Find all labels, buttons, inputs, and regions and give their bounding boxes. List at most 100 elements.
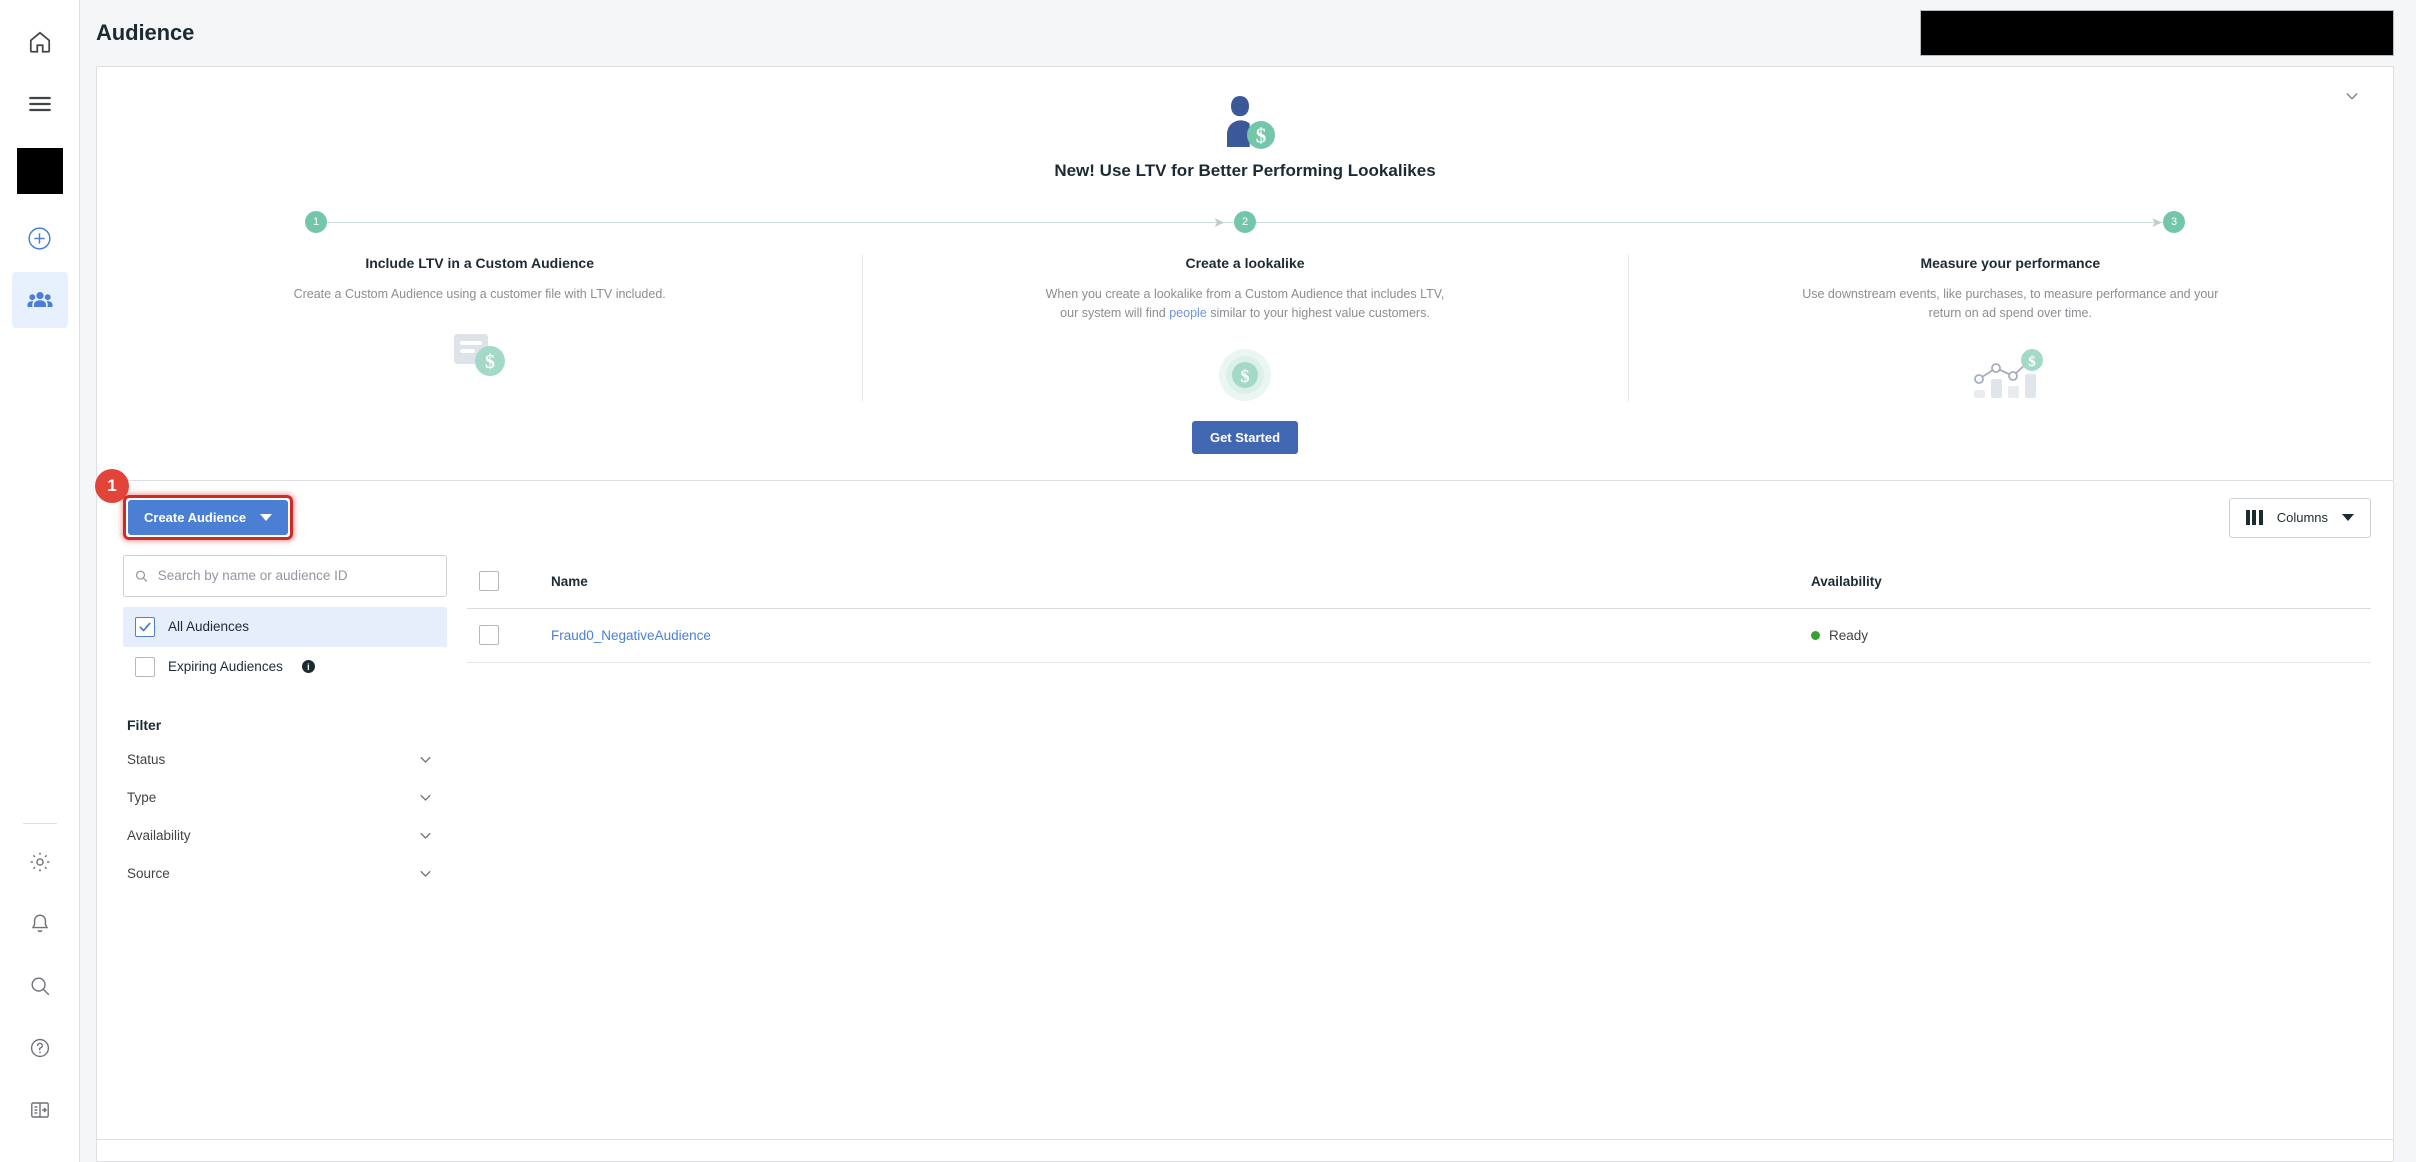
- filter-group-status[interactable]: Status: [123, 741, 447, 779]
- checkbox-expiring-audiences[interactable]: [135, 656, 155, 677]
- column-header-name[interactable]: Name: [523, 574, 1811, 589]
- help-circle-icon[interactable]: [12, 1020, 68, 1076]
- table-body-wrapper: All Audiences Expiring Audiences i Filte…: [97, 554, 2393, 1140]
- promo-column-1-body: Create a Custom Audience using a custome…: [293, 287, 666, 301]
- filter-option-all-audiences[interactable]: All Audiences: [123, 606, 447, 647]
- info-icon[interactable]: i: [301, 660, 315, 673]
- promo-column-2-body: When you create a lookalike from a Custo…: [1035, 285, 1455, 323]
- filter-option-expiring-audiences-label: Expiring Audiences: [168, 659, 283, 674]
- filter-group-source[interactable]: Source: [123, 855, 447, 893]
- coin-dollar-icon: $: [1213, 339, 1277, 411]
- svg-text:$: $: [2029, 354, 2037, 370]
- get-started-button[interactable]: Get Started: [1191, 420, 1299, 454]
- columns-button[interactable]: Columns: [2228, 497, 2371, 538]
- columns-glyph-icon: [2245, 510, 2263, 525]
- search-icon: [135, 570, 148, 582]
- promo-column-3: Measure your performance Use downstream …: [1627, 249, 2393, 411]
- chevron-down-icon: [2346, 93, 2358, 100]
- columns-label: Columns: [2276, 510, 2328, 525]
- audience-name-link[interactable]: Fraud0_NegativeAudience: [551, 628, 711, 643]
- page-title: Audience: [96, 20, 195, 45]
- row-select-cell: [479, 625, 523, 645]
- column-header-availability[interactable]: Availability: [1811, 574, 2371, 589]
- chevron-down-icon: [420, 795, 431, 801]
- filter-group-type[interactable]: Type: [123, 779, 447, 817]
- rail-divider: [22, 823, 57, 824]
- chevron-down-icon: [2342, 514, 2354, 521]
- create-audience-label: Create Audience: [144, 510, 247, 525]
- chart-dollar-icon: $: [1968, 339, 2052, 411]
- filter-group-availability-label: Availability: [127, 828, 191, 843]
- footer-strip: [97, 1139, 2393, 1161]
- content-area: $ New! Use LTV for Better Performing Loo…: [80, 66, 2416, 1162]
- promo-title: New! Use LTV for Better Performing Looka…: [1054, 161, 1436, 180]
- person-dollar-icon: $: [97, 93, 2393, 155]
- filter-group-status-label: Status: [127, 752, 166, 767]
- filter-heading: Filter: [127, 716, 162, 733]
- audience-people-icon[interactable]: [11, 272, 68, 328]
- table-row[interactable]: Fraud0_NegativeAudience Ready: [467, 609, 2371, 663]
- promo-column-1: Include LTV in a Custom Audience Create …: [97, 249, 862, 411]
- rail-bottom-group: [12, 817, 68, 1162]
- svg-text:$: $: [1240, 366, 1249, 386]
- ltv-promo-card: $ New! Use LTV for Better Performing Loo…: [96, 66, 2394, 481]
- svg-text:$: $: [1256, 124, 1267, 148]
- table-toolbar: 1 Create Audience Columns: [95, 469, 2393, 555]
- chevron-down-icon: [420, 757, 431, 763]
- home-icon[interactable]: [12, 14, 68, 70]
- menu-icon[interactable]: [12, 76, 68, 132]
- plus-circle-icon[interactable]: [12, 210, 68, 266]
- select-all-cell: [479, 571, 523, 591]
- stepper-arrow-2: ➤: [2150, 214, 2163, 230]
- row-availability-cell: Ready: [1811, 628, 2371, 643]
- filter-group-type-label: Type: [127, 790, 157, 805]
- account-selector-redacted[interactable]: [1920, 10, 2394, 56]
- search-icon[interactable]: [12, 958, 68, 1014]
- filter-sidebar: All Audiences Expiring Audiences i Filte…: [97, 554, 467, 1140]
- promo-column-1-heading: Include LTV in a Custom Audience: [365, 255, 595, 271]
- checkbox-row-select[interactable]: [479, 625, 499, 645]
- audience-table: Name Availability Fraud0_NegativeAudienc…: [467, 555, 2393, 1140]
- promo-columns: Include LTV in a Custom Audience Create …: [97, 249, 2393, 411]
- svg-text:$: $: [485, 351, 495, 373]
- audience-manager-page: Audience $ New! Use LTV for Better Perfo…: [0, 0, 2416, 1162]
- chevron-down-icon: [420, 833, 431, 839]
- get-started-row: Get Started: [97, 420, 2393, 454]
- filter-group-availability[interactable]: Availability: [123, 817, 447, 855]
- promo-column-2-body-after: similar to your highest value customers.: [1206, 305, 1430, 320]
- step-badge-1: 1: [95, 469, 129, 503]
- audience-search-box[interactable]: [123, 554, 447, 597]
- top-bar: Audience: [80, 0, 2416, 66]
- chevron-down-icon: [260, 514, 273, 521]
- promo-column-2: Create a lookalike When you create a loo…: [862, 249, 1627, 411]
- promo-stepper: ➤ ➤ 1 2 3: [305, 209, 2185, 235]
- chevron-down-icon: [420, 871, 431, 877]
- create-audience-button[interactable]: Create Audience: [128, 500, 289, 535]
- status-dot-icon: [1811, 630, 1820, 640]
- stepper-step-1: 1: [305, 211, 327, 233]
- check-icon: [139, 622, 151, 631]
- row-availability-label: Ready: [1829, 627, 1869, 643]
- bell-icon[interactable]: [12, 896, 68, 952]
- gear-icon[interactable]: [12, 834, 68, 890]
- main-column: Audience $ New! Use LTV for Better Perfo…: [80, 0, 2416, 1162]
- stepper-step-3: 3: [2163, 211, 2185, 233]
- file-dollar-icon: $: [448, 320, 512, 392]
- account-swatch[interactable]: [16, 148, 63, 194]
- filter-group-source-label: Source: [127, 866, 170, 881]
- stepper-step-2: 2: [1234, 211, 1256, 233]
- search-input[interactable]: [157, 568, 436, 583]
- promo-collapse-button[interactable]: [2337, 81, 2367, 111]
- table-header-row: Name Availability: [467, 555, 2371, 609]
- stepper-arrow-1: ➤: [1213, 214, 1225, 230]
- checkbox-all-audiences[interactable]: [135, 616, 155, 637]
- promo-column-2-heading: Create a lookalike: [1185, 255, 1305, 271]
- filter-option-expiring-audiences[interactable]: Expiring Audiences i: [123, 647, 447, 687]
- left-nav-rail: [0, 0, 80, 1162]
- checkbox-select-all[interactable]: [479, 571, 499, 591]
- create-audience-highlight: Create Audience: [123, 495, 294, 540]
- audience-table-card: 1 Create Audience Columns Search by name…: [95, 469, 2394, 1162]
- panel-toggle-icon[interactable]: [12, 1082, 68, 1138]
- promo-column-3-body: Use downstream events, like purchases, t…: [1802, 287, 2219, 320]
- people-link[interactable]: people: [1169, 306, 1207, 320]
